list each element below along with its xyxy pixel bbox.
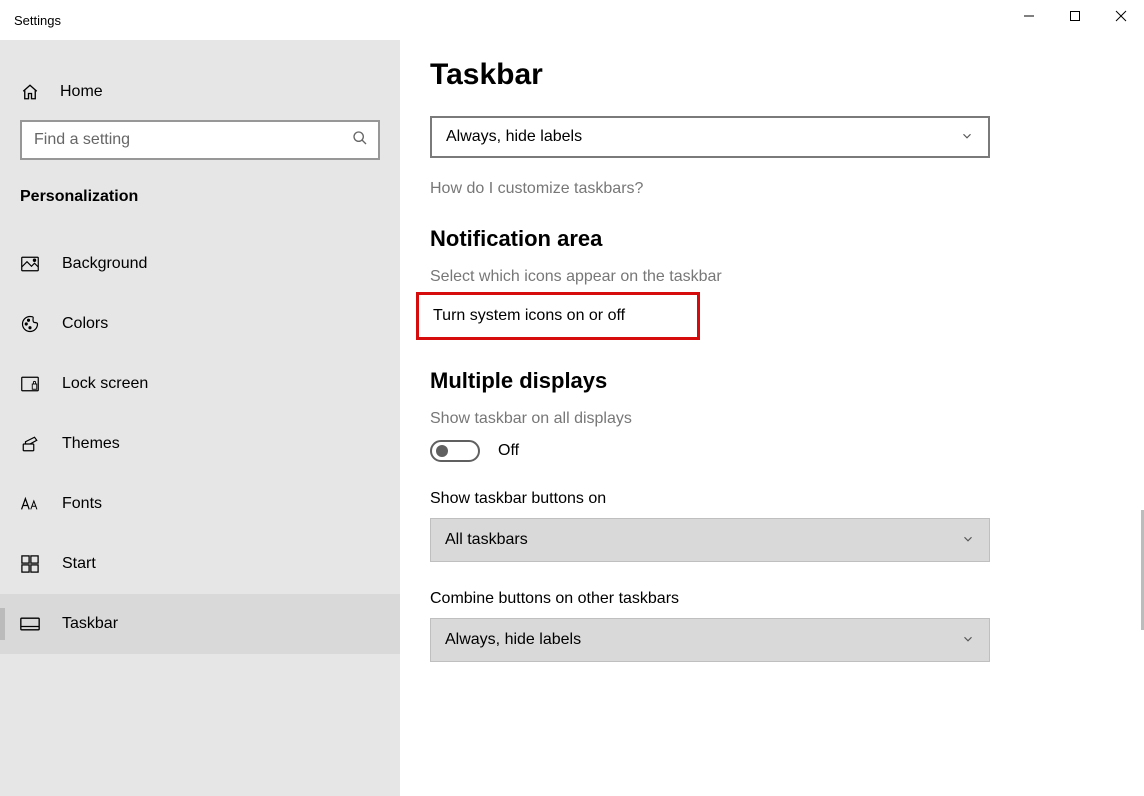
titlebar: Settings (0, 0, 1144, 40)
section-multiple-displays: Multiple displays (430, 368, 1114, 394)
chevron-down-icon (961, 532, 975, 549)
sidebar-item-label: Colors (62, 315, 108, 333)
lockscreen-icon (20, 376, 40, 392)
toggle-show-all-label: Show taskbar on all displays (430, 410, 1114, 428)
sidebar-item-taskbar[interactable]: Taskbar (0, 594, 400, 654)
themes-icon (20, 435, 40, 453)
home-nav[interactable]: Home (0, 64, 400, 120)
sidebar-item-lockscreen[interactable]: Lock screen (0, 354, 400, 414)
link-select-icons[interactable]: Select which icons appear on the taskbar (430, 268, 1114, 286)
window-controls (1006, 0, 1144, 32)
select-value: Always, hide labels (445, 631, 581, 649)
scrollbar[interactable] (1140, 40, 1144, 796)
highlight-box: Turn system icons on or off (416, 292, 700, 340)
sidebar-item-start[interactable]: Start (0, 534, 400, 594)
search-box[interactable] (20, 120, 380, 160)
select-value: All taskbars (445, 531, 528, 549)
select-value: Always, hide labels (446, 128, 582, 146)
combine-other-select[interactable]: Always, hide labels (430, 618, 990, 662)
sidebar: Home Personalization Background Colors (0, 40, 400, 796)
combine-other-label: Combine buttons on other taskbars (430, 590, 1114, 608)
close-button[interactable] (1098, 0, 1144, 32)
sidebar-section-title: Personalization (0, 160, 400, 220)
sidebar-item-label: Fonts (62, 495, 102, 513)
minimize-button[interactable] (1006, 0, 1052, 32)
page-title: Taskbar (430, 58, 1114, 92)
toggle-row-show-all: Off (430, 440, 1114, 462)
chevron-down-icon (960, 129, 974, 146)
colors-icon (20, 315, 40, 333)
sidebar-item-label: Taskbar (62, 615, 118, 633)
link-system-icons[interactable]: Turn system icons on or off (433, 307, 625, 325)
main-panel: Taskbar Always, hide labels How do I cus… (400, 40, 1144, 796)
fonts-icon (20, 496, 40, 512)
show-buttons-select[interactable]: All taskbars (430, 518, 990, 562)
toggle-show-all[interactable] (430, 440, 480, 462)
sidebar-item-label: Themes (62, 435, 120, 453)
section-notification-area: Notification area (430, 226, 1114, 252)
show-buttons-label: Show taskbar buttons on (430, 490, 1114, 508)
start-icon (20, 555, 40, 573)
maximize-button[interactable] (1052, 0, 1098, 32)
search-icon (352, 130, 368, 151)
background-icon (20, 256, 40, 272)
chevron-down-icon (961, 632, 975, 649)
sidebar-item-background[interactable]: Background (0, 234, 400, 294)
sidebar-item-label: Lock screen (62, 375, 148, 393)
combine-buttons-select[interactable]: Always, hide labels (430, 116, 990, 158)
window-title: Settings (0, 13, 61, 28)
nav-list: Background Colors Lock screen Themes Fon… (0, 220, 400, 654)
sidebar-item-colors[interactable]: Colors (0, 294, 400, 354)
sidebar-item-themes[interactable]: Themes (0, 414, 400, 474)
home-icon (20, 83, 40, 101)
help-link[interactable]: How do I customize taskbars? (430, 180, 1114, 198)
search-input[interactable] (32, 130, 352, 150)
sidebar-item-fonts[interactable]: Fonts (0, 474, 400, 534)
home-label: Home (60, 83, 103, 101)
taskbar-icon (20, 617, 40, 631)
toggle-state-label: Off (498, 442, 519, 460)
sidebar-item-label: Background (62, 255, 147, 273)
sidebar-item-label: Start (62, 555, 96, 573)
